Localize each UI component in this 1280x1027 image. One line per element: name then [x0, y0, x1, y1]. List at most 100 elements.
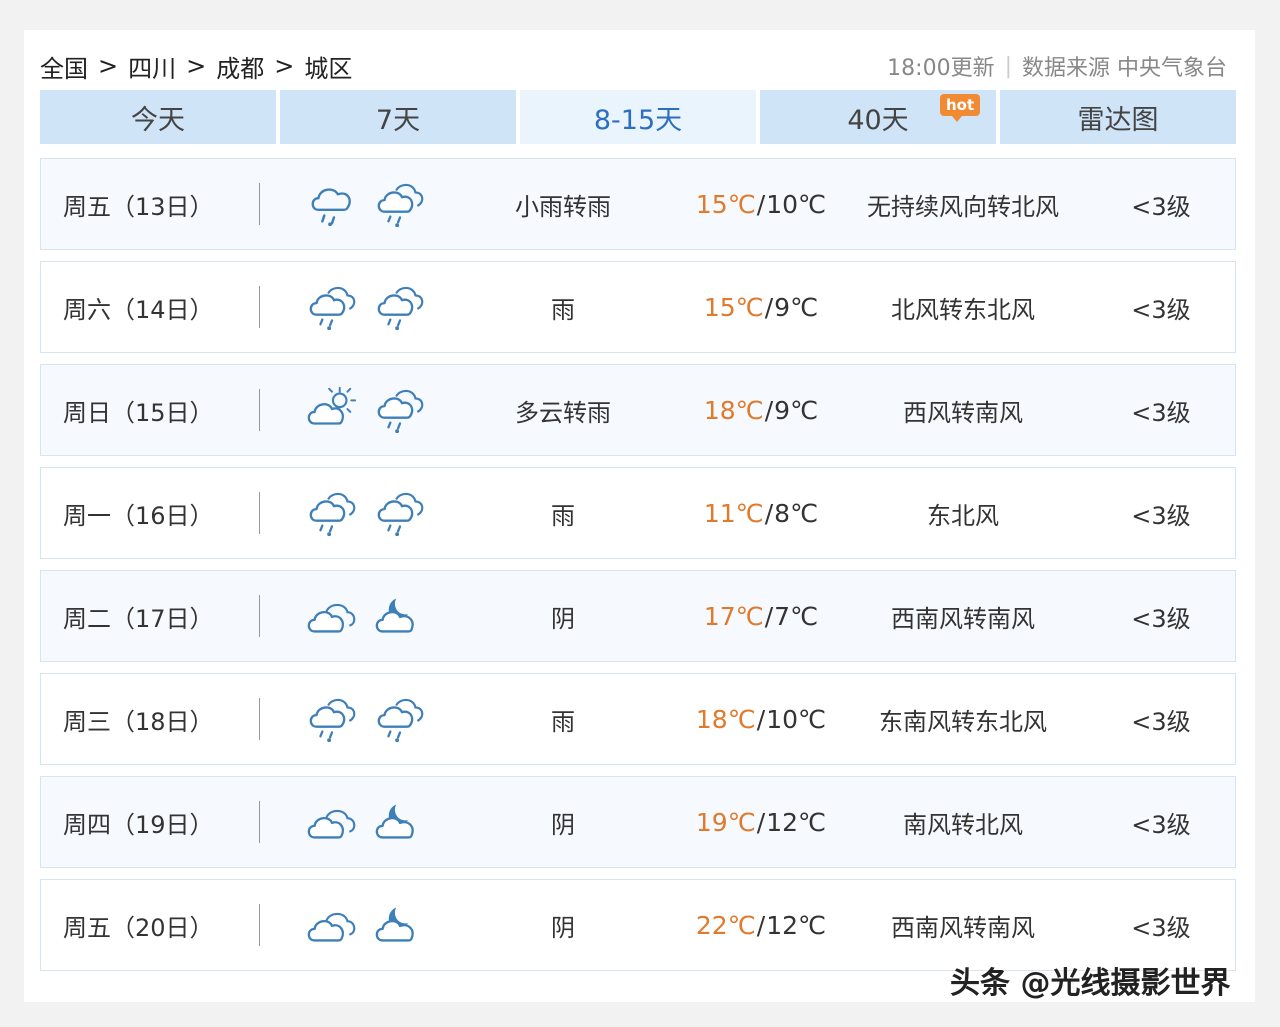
temperature-range: 18℃/10℃ [671, 674, 851, 764]
temp-slash: / [764, 292, 774, 322]
weather-icons [305, 571, 427, 661]
wind-direction: 东北风 [927, 501, 999, 530]
cloud-drizzle-icon [377, 492, 424, 537]
temp-slash: / [764, 498, 774, 528]
wind-level: <3级 [1131, 810, 1191, 839]
wind-level: <3级 [1131, 604, 1191, 633]
tab-today[interactable]: 今天 [40, 90, 276, 144]
low-temp: 10℃ [766, 704, 827, 734]
temperature-range: 17℃/7℃ [671, 571, 851, 661]
breadcrumb-national[interactable]: 全国 [40, 49, 88, 84]
tab-label: 今天 [131, 104, 185, 136]
breadcrumb-separator: > [274, 52, 295, 80]
breadcrumb-urban: 城区 [304, 54, 353, 83]
wind-direction: 西南风转南风 [891, 604, 1035, 633]
low-temp: 12℃ [766, 910, 827, 940]
high-temp: 19℃ [695, 807, 756, 837]
divider [259, 492, 260, 534]
day-label: 周二（17日） [63, 604, 214, 633]
weather-description: 阴 [551, 913, 575, 942]
wind-direction: 南风转北风 [903, 810, 1023, 839]
temperature-range: 19℃/12℃ [671, 777, 851, 867]
weather-card: 全国 > 四川 > 成都 > 城区 18:00更新 | 数据来源 中央气象台 今… [24, 30, 1255, 1002]
divider [259, 595, 260, 637]
high-temp: 15℃ [703, 292, 764, 322]
weather-icons [305, 159, 427, 249]
wind-level: <3级 [1131, 295, 1191, 324]
temp-slash: / [756, 910, 766, 940]
tab-40days[interactable]: 40天 hot [760, 90, 996, 144]
cloud-drizzle-icon [377, 698, 424, 743]
weather-description: 阴 [551, 604, 575, 633]
forecast-row: 周六（14日） 雨 15℃/9℃ 北风转东北风 <3级 [40, 261, 1236, 353]
temperature-range: 22℃/12℃ [671, 880, 851, 970]
temp-slash: / [756, 807, 766, 837]
breadcrumb-sichuan[interactable]: 四川 [128, 49, 176, 84]
breadcrumb-chengdu[interactable]: 成都 [216, 49, 264, 84]
temp-slash: / [764, 601, 774, 631]
forecast-row: 周日（15日） 多云转雨 18℃/9℃ 西风转南风 <3级 [40, 364, 1236, 456]
wind-level: <3级 [1131, 707, 1191, 736]
divider [259, 389, 260, 431]
cloud-drizzle-icon [377, 286, 424, 331]
cloud-sun-icon [307, 386, 357, 425]
wind-level: <3级 [1131, 913, 1191, 942]
weather-icons [305, 777, 427, 867]
low-temp: 9℃ [774, 395, 819, 425]
forecast-row: 周五（13日） 小雨转雨 15℃/10℃ 无持续风向转北风 <3级 [40, 158, 1236, 250]
breadcrumb: 全国 > 四川 > 成都 > 城区 [40, 49, 352, 84]
temp-slash: / [764, 395, 774, 425]
hot-badge: hot [940, 94, 981, 122]
tab-label: 8-15天 [593, 104, 683, 136]
forecast-row: 周三（18日） 雨 18℃/10℃ 东南风转东北风 <3级 [40, 673, 1236, 765]
temp-slash: / [756, 189, 766, 219]
weather-description: 小雨转雨 [515, 192, 611, 221]
day-label: 周五（20日） [63, 913, 214, 942]
wind-direction: 东南风转东北风 [879, 707, 1047, 736]
weather-icons [305, 880, 427, 970]
weather-icons [305, 674, 427, 764]
temperature-range: 18℃/9℃ [671, 365, 851, 455]
tab-radar[interactable]: 雷达图 [1000, 90, 1236, 144]
wind-direction: 西南风转南风 [891, 913, 1035, 942]
weather-description: 雨 [551, 295, 575, 324]
low-temp: 7℃ [774, 601, 819, 631]
breadcrumb-separator: > [98, 52, 119, 80]
forecast-tabs: 今天 7天 8-15天 40天 hot 雷达图 [40, 90, 1236, 144]
temperature-range: 15℃/10℃ [671, 159, 851, 249]
wind-level: <3级 [1131, 192, 1191, 221]
tab-7days[interactable]: 7天 [280, 90, 516, 144]
high-temp: 17℃ [703, 601, 764, 631]
day-label: 周三（18日） [63, 707, 214, 736]
watermark: 头条 @光线摄影世界 [950, 966, 1231, 1001]
forecast-row: 周四（19日） 阴 19℃/12℃ 南风转北风 <3级 [40, 776, 1236, 868]
weather-description: 雨 [551, 501, 575, 530]
weather-icons [305, 262, 427, 352]
day-label: 周六（14日） [63, 295, 214, 324]
day-label: 周一（16日） [63, 501, 214, 530]
low-temp: 10℃ [766, 189, 827, 219]
high-temp: 11℃ [703, 498, 764, 528]
temp-slash: / [756, 704, 766, 734]
temperature-range: 15℃/9℃ [671, 262, 851, 352]
cloud-moon-icon [375, 804, 414, 839]
update-time: 18:00更新 [887, 56, 995, 81]
high-temp: 18℃ [703, 395, 764, 425]
meta-divider: | [1004, 53, 1012, 79]
breadcrumb-separator: > [186, 52, 207, 80]
weather-description: 雨 [551, 707, 575, 736]
cloud-drizzle-icon [309, 698, 356, 743]
low-temp: 8℃ [774, 498, 819, 528]
data-source: 数据来源 中央气象台 [1022, 56, 1227, 81]
divider [259, 801, 260, 843]
day-label: 周日（15日） [63, 398, 214, 427]
weather-icons [305, 365, 427, 455]
weather-description: 阴 [551, 810, 575, 839]
overcast-icon [307, 603, 356, 633]
tab-label: 40天 [847, 104, 909, 136]
wind-direction: 西风转南风 [903, 398, 1023, 427]
wind-level: <3级 [1131, 398, 1191, 427]
high-temp: 15℃ [695, 189, 756, 219]
wind-level: <3级 [1131, 501, 1191, 530]
tab-8-15days[interactable]: 8-15天 [520, 90, 756, 144]
